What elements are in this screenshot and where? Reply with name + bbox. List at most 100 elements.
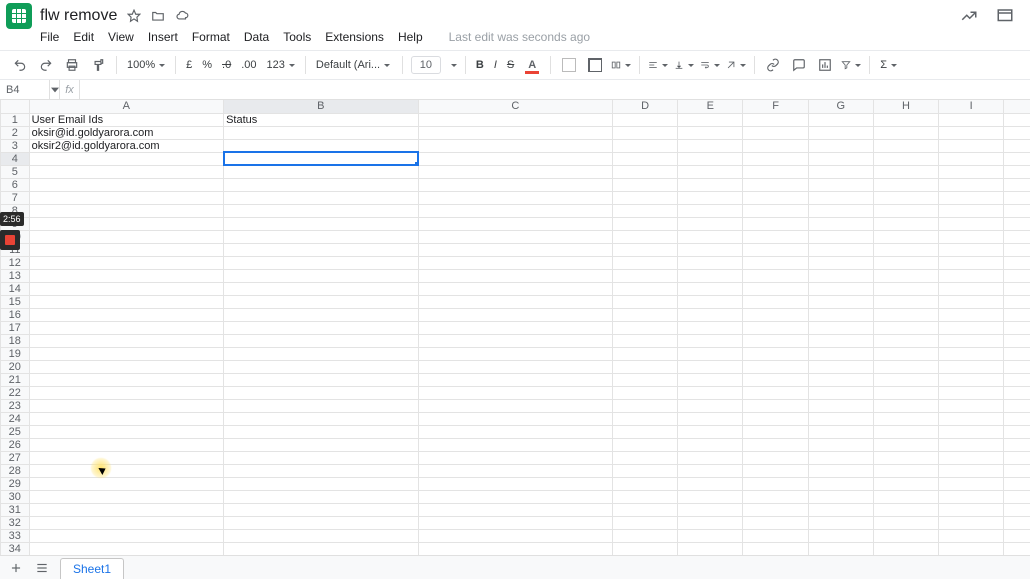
wrap-dropdown[interactable] bbox=[700, 55, 720, 75]
cell-J33[interactable] bbox=[1004, 529, 1030, 542]
decrease-decimal-button[interactable]: .0 bbox=[220, 55, 233, 75]
cell-C4[interactable] bbox=[418, 152, 612, 165]
cell-G15[interactable] bbox=[808, 295, 873, 308]
cell-E26[interactable] bbox=[678, 438, 743, 451]
cell-B11[interactable] bbox=[224, 243, 418, 256]
cell-G2[interactable] bbox=[808, 126, 873, 139]
cell-H7[interactable] bbox=[873, 191, 938, 204]
cell-C21[interactable] bbox=[418, 373, 612, 386]
cell-A33[interactable] bbox=[29, 529, 223, 542]
cell-D8[interactable] bbox=[613, 204, 678, 217]
cell-E31[interactable] bbox=[678, 503, 743, 516]
cell-C25[interactable] bbox=[418, 425, 612, 438]
cell-J23[interactable] bbox=[1004, 399, 1030, 412]
cell-G12[interactable] bbox=[808, 256, 873, 269]
cell-I27[interactable] bbox=[939, 451, 1004, 464]
cell-I6[interactable] bbox=[939, 178, 1004, 191]
cell-C11[interactable] bbox=[418, 243, 612, 256]
menu-tools[interactable]: Tools bbox=[283, 30, 311, 44]
link-icon[interactable] bbox=[763, 55, 783, 75]
cell-E28[interactable] bbox=[678, 464, 743, 477]
row-header-5[interactable]: 5 bbox=[1, 165, 30, 178]
cell-A32[interactable] bbox=[29, 516, 223, 529]
cell-F8[interactable] bbox=[743, 204, 808, 217]
cell-J9[interactable] bbox=[1004, 217, 1030, 230]
cell-D26[interactable] bbox=[613, 438, 678, 451]
row-header-29[interactable]: 29 bbox=[1, 477, 30, 490]
h-align-dropdown[interactable] bbox=[648, 55, 668, 75]
cell-H27[interactable] bbox=[873, 451, 938, 464]
cell-H30[interactable] bbox=[873, 490, 938, 503]
cell-B23[interactable] bbox=[224, 399, 418, 412]
cell-B4[interactable] bbox=[224, 152, 418, 165]
cell-H31[interactable] bbox=[873, 503, 938, 516]
cell-A2[interactable]: oksir@id.goldyarora.com bbox=[29, 126, 223, 139]
functions-dropdown[interactable]: Σ bbox=[878, 55, 899, 75]
cell-B31[interactable] bbox=[224, 503, 418, 516]
cell-A26[interactable] bbox=[29, 438, 223, 451]
cell-H2[interactable] bbox=[873, 126, 938, 139]
cell-B1[interactable]: Status bbox=[224, 113, 418, 126]
cell-F26[interactable] bbox=[743, 438, 808, 451]
menu-help[interactable]: Help bbox=[398, 30, 423, 44]
row-header-6[interactable]: 6 bbox=[1, 178, 30, 191]
cell-D16[interactable] bbox=[613, 308, 678, 321]
cell-C28[interactable] bbox=[418, 464, 612, 477]
row-header-26[interactable]: 26 bbox=[1, 438, 30, 451]
cell-D28[interactable] bbox=[613, 464, 678, 477]
cell-E20[interactable] bbox=[678, 360, 743, 373]
cell-D25[interactable] bbox=[613, 425, 678, 438]
cell-E16[interactable] bbox=[678, 308, 743, 321]
cell-J24[interactable] bbox=[1004, 412, 1030, 425]
cell-B33[interactable] bbox=[224, 529, 418, 542]
col-header-J[interactable]: J bbox=[1004, 100, 1030, 113]
cell-D27[interactable] bbox=[613, 451, 678, 464]
grid[interactable]: 2:56 ABCDEFGHIJKL1User Email IdsStatus2o… bbox=[0, 100, 1030, 565]
row-header-32[interactable]: 32 bbox=[1, 516, 30, 529]
cell-D17[interactable] bbox=[613, 321, 678, 334]
cell-H9[interactable] bbox=[873, 217, 938, 230]
cell-F10[interactable] bbox=[743, 230, 808, 243]
cell-J15[interactable] bbox=[1004, 295, 1030, 308]
row-header-4[interactable]: 4 bbox=[1, 152, 30, 165]
cell-A20[interactable] bbox=[29, 360, 223, 373]
cell-C32[interactable] bbox=[418, 516, 612, 529]
row-header-20[interactable]: 20 bbox=[1, 360, 30, 373]
row-header-2[interactable]: 2 bbox=[1, 126, 30, 139]
cell-I12[interactable] bbox=[939, 256, 1004, 269]
cell-E34[interactable] bbox=[678, 542, 743, 555]
cell-C27[interactable] bbox=[418, 451, 612, 464]
cell-B6[interactable] bbox=[224, 178, 418, 191]
cell-E14[interactable] bbox=[678, 282, 743, 295]
cell-J22[interactable] bbox=[1004, 386, 1030, 399]
sheets-logo[interactable] bbox=[6, 3, 32, 29]
cell-E24[interactable] bbox=[678, 412, 743, 425]
font-dropdown[interactable]: Default (Ari... bbox=[314, 55, 394, 75]
cell-F34[interactable] bbox=[743, 542, 808, 555]
cell-A7[interactable] bbox=[29, 191, 223, 204]
cell-A15[interactable] bbox=[29, 295, 223, 308]
cell-F12[interactable] bbox=[743, 256, 808, 269]
cell-G18[interactable] bbox=[808, 334, 873, 347]
cell-G8[interactable] bbox=[808, 204, 873, 217]
cell-J18[interactable] bbox=[1004, 334, 1030, 347]
cell-I14[interactable] bbox=[939, 282, 1004, 295]
cell-D5[interactable] bbox=[613, 165, 678, 178]
cell-H29[interactable] bbox=[873, 477, 938, 490]
cell-H28[interactable] bbox=[873, 464, 938, 477]
cell-G13[interactable] bbox=[808, 269, 873, 282]
cell-J7[interactable] bbox=[1004, 191, 1030, 204]
cell-H3[interactable] bbox=[873, 139, 938, 152]
cell-F5[interactable] bbox=[743, 165, 808, 178]
cell-I8[interactable] bbox=[939, 204, 1004, 217]
cell-B15[interactable] bbox=[224, 295, 418, 308]
cell-I33[interactable] bbox=[939, 529, 1004, 542]
cell-C5[interactable] bbox=[418, 165, 612, 178]
cell-D14[interactable] bbox=[613, 282, 678, 295]
cell-E30[interactable] bbox=[678, 490, 743, 503]
cell-E2[interactable] bbox=[678, 126, 743, 139]
row-header-15[interactable]: 15 bbox=[1, 295, 30, 308]
rotate-dropdown[interactable] bbox=[726, 55, 746, 75]
cell-D1[interactable] bbox=[613, 113, 678, 126]
cell-I34[interactable] bbox=[939, 542, 1004, 555]
